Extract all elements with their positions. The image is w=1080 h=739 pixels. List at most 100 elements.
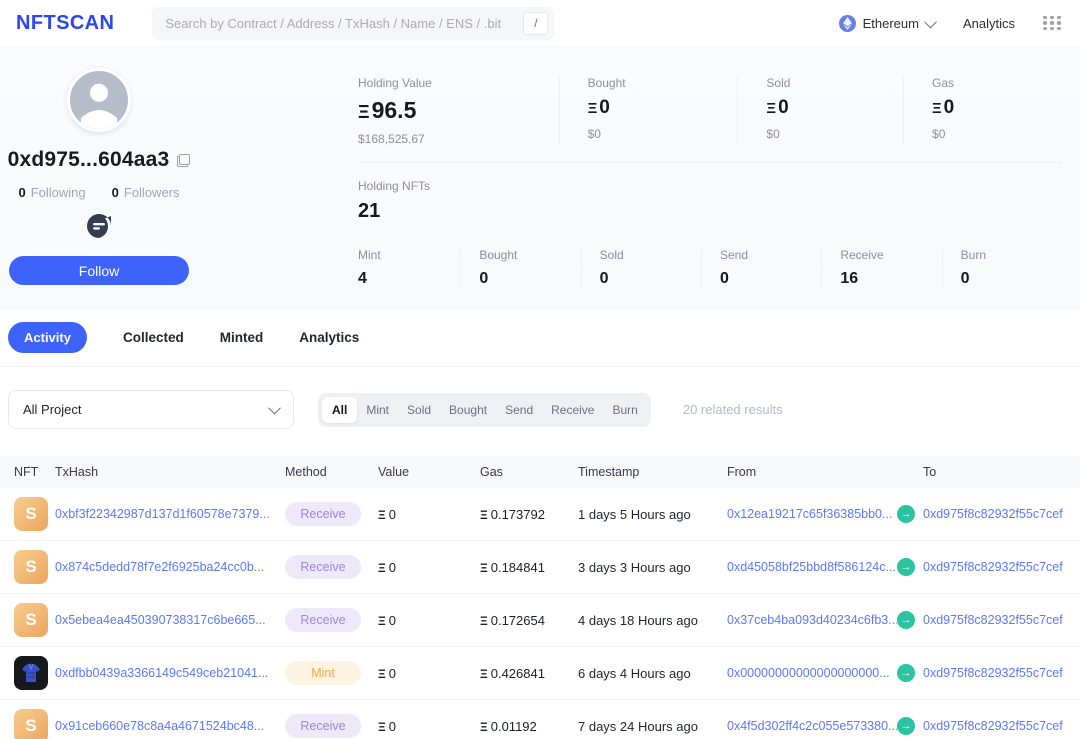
table-row: 0xdfbb0439a3366149c549ceb21041... Mint Ξ… (0, 647, 1080, 700)
pill-burn[interactable]: Burn (603, 397, 646, 423)
to-address-link[interactable]: 0xd975f8c82932f55c7cef (923, 507, 1080, 521)
txhash-link[interactable]: 0x91ceb660e78c8a4a4671524bc48... (55, 719, 285, 733)
following-stat[interactable]: 0 Following (18, 185, 85, 200)
search-bar[interactable]: / (152, 7, 554, 40)
eth-symbol: Ξ (766, 100, 776, 117)
results-count-text: 20 related results (683, 402, 783, 417)
apps-grid-icon[interactable] (1043, 16, 1062, 31)
sold-counter: Sold 0 (581, 248, 701, 288)
gas-cell: Ξ0.172654 (480, 613, 578, 628)
transfer-arrow-icon: → (897, 505, 915, 523)
filter-row: All Project All Mint Sold Bought Send Re… (0, 367, 1080, 429)
from-address-link[interactable]: 0x12ea19217c65f36385bb0... (727, 507, 897, 521)
to-address-link[interactable]: 0xd975f8c82932f55c7cef (923, 613, 1080, 627)
project-select[interactable]: All Project (8, 390, 294, 429)
txhash-link[interactable]: 0x874c5dedd78f7e2f6925ba24cc0b... (55, 560, 285, 574)
gas-usd: $0 (932, 127, 1062, 141)
nftscan-logo[interactable]: NFTSCAN (16, 12, 114, 35)
sold-label: Sold (766, 76, 903, 90)
pill-all[interactable]: All (322, 397, 357, 423)
pill-send[interactable]: Send (496, 397, 542, 423)
follow-button[interactable]: Follow (9, 256, 189, 285)
from-address-link[interactable]: 0xd45058bf25bbd8f586124c... (727, 560, 897, 574)
transfer-arrow-icon: → (897, 664, 915, 682)
transfer-arrow-icon: → (897, 717, 915, 735)
txhash-link[interactable]: 0xdfbb0439a3366149c549ceb21041... (55, 666, 285, 680)
col-nft: NFT (14, 465, 55, 479)
table-row: S 0x874c5dedd78f7e2f6925ba24cc0b... Rece… (0, 541, 1080, 594)
bought-eth: 0 (599, 97, 610, 118)
following-count: 0 (18, 185, 25, 200)
nav-analytics-link[interactable]: Analytics (963, 16, 1015, 31)
timestamp-cell: 4 days 18 Hours ago (578, 613, 727, 628)
value-cell: Ξ0 (378, 507, 480, 522)
from-address-link[interactable]: 0x37ceb4ba093d40234c6fb3... (727, 613, 897, 627)
activity-counters-row: Mint 4 Bought 0 Sold 0 Send 0 Receive 16… (340, 248, 1062, 288)
to-address-link[interactable]: 0xd975f8c82932f55c7cef (923, 560, 1080, 574)
timestamp-cell: 6 days 4 Hours ago (578, 666, 727, 681)
tab-activity[interactable]: Activity (8, 322, 87, 353)
gas-eth: 0 (944, 97, 955, 118)
pill-receive[interactable]: Receive (542, 397, 603, 423)
send-counter: Send 0 (701, 248, 821, 288)
eth-symbol: Ξ (480, 561, 488, 575)
gas-label: Gas (932, 76, 1062, 90)
nft-thumbnail[interactable] (14, 656, 48, 690)
send-counter-label: Send (720, 248, 821, 262)
txhash-link[interactable]: 0xbf3f22342987d137d1f60578e7379... (55, 507, 285, 521)
copy-address-icon[interactable] (177, 154, 190, 167)
follow-stats: 0 Following 0Followers (18, 185, 179, 200)
gas-cell: Ξ0.01192 (480, 719, 578, 734)
holding-nfts-label: Holding NFTs (358, 179, 1062, 193)
sold-value-stat: Sold Ξ0 $0 (737, 76, 903, 146)
value-amount: 0 (389, 666, 396, 681)
nft-thumbnail[interactable]: S (14, 497, 48, 531)
eth-symbol: Ξ (480, 614, 488, 628)
eth-symbol: Ξ (588, 100, 598, 117)
timestamp-cell: 7 days 24 Hours ago (578, 719, 727, 734)
holding-value-eth: 96.5 (372, 97, 417, 123)
method-badge: Receive (285, 714, 361, 738)
eth-symbol: Ξ (358, 102, 370, 122)
from-address-link[interactable]: 0x4f5d302ff4c2c055e573380... (727, 719, 897, 733)
tab-collected[interactable]: Collected (123, 330, 184, 345)
pill-sold[interactable]: Sold (398, 397, 440, 423)
search-input[interactable] (165, 16, 523, 31)
sold-counter-value: 0 (600, 270, 701, 288)
value-cell: Ξ0 (378, 719, 480, 734)
pill-mint[interactable]: Mint (357, 397, 398, 423)
stats-divider (358, 162, 1062, 163)
holding-value-usd: $168,525.67 (358, 132, 559, 146)
pill-bought[interactable]: Bought (440, 397, 496, 423)
following-label: Following (31, 185, 86, 200)
nft-thumbnail[interactable]: S (14, 550, 48, 584)
from-address-link[interactable]: 0x00000000000000000000... (727, 666, 897, 680)
sold-usd: $0 (766, 127, 903, 141)
chain-selected-label: Ethereum (863, 16, 919, 31)
table-header: NFT TxHash Method Value Gas Timestamp Fr… (0, 456, 1080, 488)
eth-symbol: Ξ (378, 720, 386, 734)
to-address-link[interactable]: 0xd975f8c82932f55c7cef (923, 666, 1080, 680)
nft-thumbnail[interactable]: S (14, 709, 48, 739)
tab-minted[interactable]: Minted (220, 330, 264, 345)
holding-nfts-value: 21 (358, 200, 1062, 223)
followers-stat[interactable]: 0Followers (112, 185, 180, 200)
gas-amount: 0.184841 (491, 560, 545, 575)
value-cell: Ξ0 (378, 666, 480, 681)
txhash-link[interactable]: 0x5ebea4ea450390738317c6be665... (55, 613, 285, 627)
method-badge: Receive (285, 555, 361, 579)
to-address-link[interactable]: 0xd975f8c82932f55c7cef (923, 719, 1080, 733)
nft-thumbnail[interactable]: S (14, 603, 48, 637)
gas-amount: 0.426841 (491, 666, 545, 681)
gas-cell: Ξ0.184841 (480, 560, 578, 575)
chat-icon[interactable] (86, 213, 112, 244)
chevron-down-icon (924, 15, 937, 28)
mint-counter-value: 4 (358, 270, 460, 288)
gas-value-stat: Gas Ξ0 $0 (903, 76, 1062, 146)
holding-value-stat: Holding Value Ξ96.5 $168,525.67 (340, 76, 559, 146)
followers-label: Followers (124, 185, 180, 200)
chain-selector[interactable]: Ethereum (839, 15, 935, 32)
burn-counter-label: Burn (961, 248, 1062, 262)
sold-counter-label: Sold (600, 248, 701, 262)
tab-analytics[interactable]: Analytics (299, 330, 359, 345)
